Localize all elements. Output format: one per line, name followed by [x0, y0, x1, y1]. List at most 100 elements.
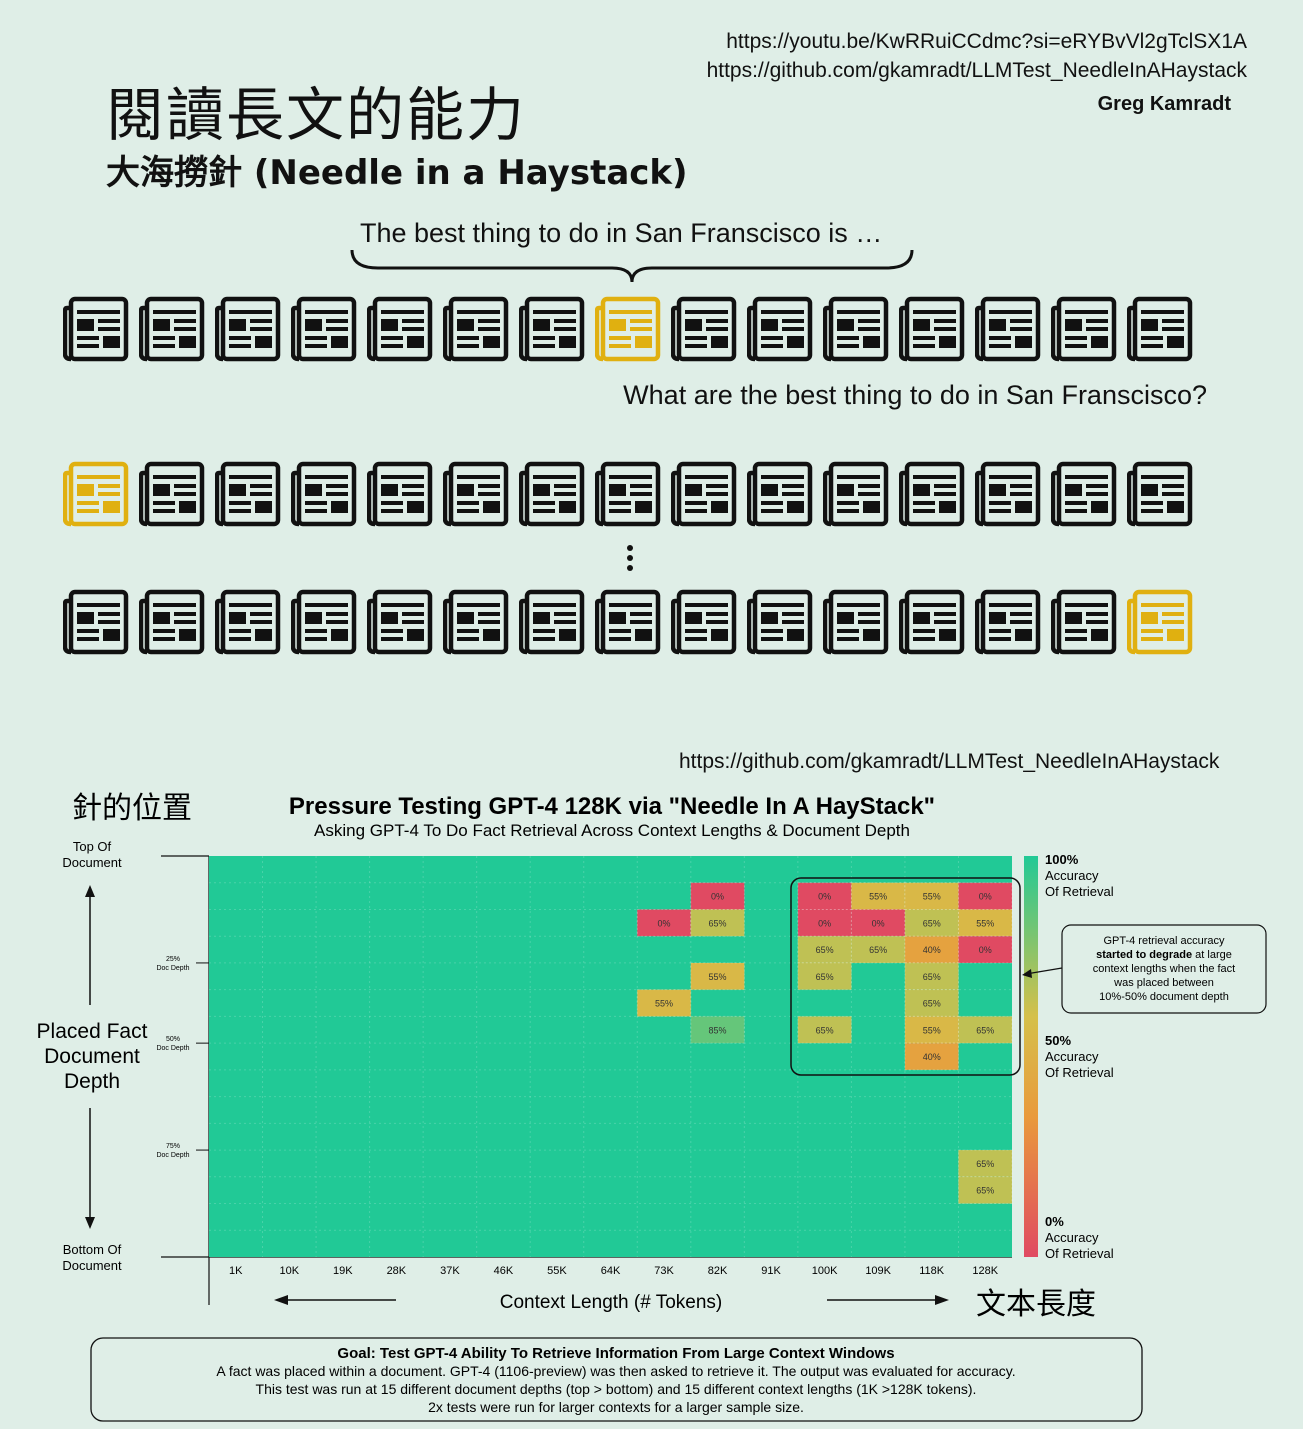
newspaper-icon	[291, 589, 357, 655]
newspaper-icon	[63, 589, 129, 655]
heatmap-cell-label: 55%	[655, 999, 673, 1009]
annotation-text: GPT-4 retrieval accuracy started to degr…	[1093, 935, 1235, 1003]
y-tick-label: 25% Doc Depth	[156, 956, 189, 972]
needle-heatmap-chart: 針的位置 Pressure Testing GPT-4 128K via "Ne…	[37, 791, 1267, 1422]
heatmap-cell-label: 65%	[816, 945, 834, 955]
heatmap-cell-label: 40%	[923, 945, 941, 955]
newspaper-icon	[367, 296, 433, 362]
x-tick-label: 91K	[761, 1265, 781, 1277]
svg-text:was placed between: was placed between	[1113, 977, 1214, 989]
x-tick-label: 82K	[708, 1265, 728, 1277]
newspaper-icon	[595, 589, 661, 655]
newspaper-icon	[215, 589, 281, 655]
heatmap-cell-label: 55%	[923, 892, 941, 902]
y-tick-labels: 25% Doc Depth 50% Doc Depth 75% Doc Depth	[156, 956, 209, 1159]
newspaper-icon	[367, 589, 433, 655]
newspaper-icon	[215, 296, 281, 362]
heatmap-cell-label: 65%	[923, 999, 941, 1009]
y-axis-label: Placed Fact Document Depth	[37, 1020, 148, 1093]
github-link[interactable]: https://github.com/gkamradt/LLMTest_Need…	[707, 59, 1247, 83]
newspaper-icon	[899, 589, 965, 655]
x-tick-label: 10K	[280, 1265, 300, 1277]
x-tick-label: 109K	[865, 1265, 891, 1277]
heatmap-cell-label: 55%	[976, 918, 994, 928]
y-axis-up-arrowhead	[85, 885, 95, 897]
youtube-link[interactable]: https://youtu.be/KwRRuiCCdmc?si=eRYBvVl2…	[726, 30, 1247, 54]
needle-position-label: 針的位置	[72, 791, 192, 826]
needle-prompt-text: The best thing to do in San Franscisco i…	[360, 218, 883, 248]
document-row-2	[63, 461, 1193, 527]
curly-brace-icon	[350, 249, 914, 283]
needle-newspaper-icon	[595, 296, 661, 362]
page-subtitle: 大海撈針 (Needle in a Haystack)	[106, 153, 688, 193]
x-tick-label: 46K	[494, 1265, 514, 1277]
newspaper-icon	[367, 461, 433, 527]
x-tick-label: 1K	[229, 1265, 243, 1277]
newspaper-icon	[975, 296, 1041, 362]
heatmap-cell-label: 65%	[976, 1186, 994, 1196]
x-axis-label: Context Length (# Tokens)	[500, 1292, 723, 1313]
x-tick-label: 64K	[601, 1265, 621, 1277]
x-tick-label: 73K	[654, 1265, 674, 1277]
newspaper-icon	[595, 461, 661, 527]
svg-text:started to degrade at large: started to degrade at large	[1096, 949, 1232, 961]
heatmap-cell-label: 40%	[923, 1052, 941, 1062]
newspaper-icon	[1127, 296, 1193, 362]
newspaper-icon	[519, 461, 585, 527]
colorbar-label: 50% Accuracy Of Retrieval	[1045, 1033, 1114, 1080]
author-name: Greg Kamradt	[1097, 93, 1231, 115]
heatmap-cell-label: 85%	[709, 1025, 727, 1035]
y-axis-down-arrowhead	[85, 1217, 95, 1229]
newspaper-icon	[671, 589, 737, 655]
newspaper-icon	[443, 589, 509, 655]
chart-source-link[interactable]: https://github.com/gkamradt/LLMTest_Need…	[679, 750, 1219, 774]
heatmap-cell-label: 0%	[979, 945, 992, 955]
colorbar-label: 0% Accuracy Of Retrieval	[1045, 1214, 1114, 1261]
heatmap-cell-label: 65%	[816, 1025, 834, 1035]
heatmap-cell-label: 65%	[869, 945, 887, 955]
heatmap-cell-label: 65%	[976, 1159, 994, 1169]
newspaper-icon	[747, 296, 813, 362]
x-tick-label: 100K	[812, 1265, 838, 1277]
svg-text:2x tests were run for larger c: 2x tests were run for larger contexts fo…	[428, 1399, 804, 1415]
newspaper-icon	[975, 589, 1041, 655]
heatmap-cell-label: 0%	[979, 892, 992, 902]
newspaper-icon	[291, 461, 357, 527]
newspaper-icon	[443, 461, 509, 527]
heatmap-grid: 0% 0% 55% 55% 0% 0% 65% 0% 0% 65% 55% 65% 65% 40% 0% 55…	[209, 856, 1013, 1257]
svg-text:10%-50% document depth: 10%-50% document depth	[1099, 991, 1229, 1003]
colorbar-labels: 100% Accuracy Of Retrieval 50% Accuracy Of Re…	[1045, 852, 1114, 1261]
needle-newspaper-icon	[1127, 589, 1193, 655]
needle-newspaper-icon	[63, 461, 129, 527]
svg-text:Goal: Test GPT-4 Ability To Re: Goal: Test GPT-4 Ability To Retrieve Inf…	[337, 1345, 894, 1362]
newspaper-icon	[1051, 461, 1117, 527]
x-tick-label: 118K	[919, 1265, 945, 1277]
heatmap-cell-label: 55%	[709, 972, 727, 982]
newspaper-icon	[63, 296, 129, 362]
newspaper-icon	[747, 461, 813, 527]
chart-subtitle: Asking GPT-4 To Do Fact Retrieval Across…	[314, 821, 910, 840]
y-tick-label: 50% Doc Depth	[156, 1036, 189, 1052]
heatmap-cell-label: 55%	[869, 892, 887, 902]
y-top-label: Top Of Document	[62, 839, 122, 870]
newspaper-icon	[899, 296, 965, 362]
document-row-1	[63, 296, 1193, 362]
newspaper-icon	[747, 589, 813, 655]
newspaper-icon	[1051, 589, 1117, 655]
heatmap-cell-label: 65%	[923, 918, 941, 928]
newspaper-icon	[291, 296, 357, 362]
newspaper-icon	[1051, 296, 1117, 362]
x-tick-label: 28K	[387, 1265, 407, 1277]
heatmap-cell-label: 65%	[816, 972, 834, 982]
newspaper-icon	[671, 296, 737, 362]
newspaper-icon	[215, 461, 281, 527]
y-bottom-label: Bottom Of Document	[62, 1242, 122, 1273]
newspaper-icon	[139, 461, 205, 527]
x-left-arrowhead	[274, 1295, 288, 1305]
newspaper-icon	[139, 589, 205, 655]
x-tick-label: 128K	[972, 1265, 998, 1277]
goal-text: Goal: Test GPT-4 Ability To Retrieve Inf…	[216, 1345, 1015, 1415]
text-length-label: 文本長度	[976, 1287, 1096, 1322]
heatmap-cell-label: 65%	[976, 1025, 994, 1035]
document-row-3	[63, 589, 1193, 655]
